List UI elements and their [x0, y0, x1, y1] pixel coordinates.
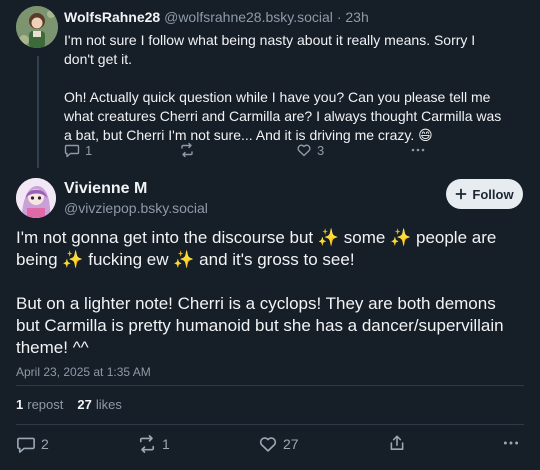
reply-author-handle[interactable]: @wolfsrahne28.bsky.social: [164, 9, 333, 25]
reply-text: I'm not sure I follow what being nasty a…: [64, 31, 504, 145]
repost-icon: [181, 142, 193, 158]
post-action-bar: 2 1 27: [16, 434, 524, 456]
post-author-handle[interactable]: @vivziepop.bsky.social: [64, 200, 208, 216]
follow-button-label: Follow: [472, 186, 514, 202]
post-text-segment: fucking ew: [83, 250, 174, 269]
reply-header: WolfsRahne28 @wolfsrahne28.bsky.social ·…: [64, 9, 369, 25]
post-text: I'm not gonna get into the discourse but…: [16, 227, 522, 359]
reply-action-bar: 1 3: [64, 142, 444, 162]
more-options-icon: [503, 441, 519, 445]
heart-icon: [259, 437, 277, 452]
reply-like-count: 3: [317, 142, 325, 158]
reply-comment-count: 1: [85, 142, 93, 158]
sparkle-emoji: ✨: [390, 228, 412, 247]
share-icon: [390, 435, 404, 450]
repost-icon: [139, 435, 155, 453]
post-text-segment: I'm not gonna get into the discourse but: [16, 228, 318, 247]
reply-button[interactable]: 2: [16, 434, 49, 454]
more-options-button[interactable]: [502, 434, 520, 452]
post-author-name[interactable]: Vivienne M: [64, 180, 147, 198]
separator-dot: ·: [336, 9, 342, 25]
avatar[interactable]: [16, 178, 56, 218]
comment-icon: [64, 144, 80, 158]
reposts-count: 1: [16, 397, 24, 412]
post-text-segment: and it's gross to see!: [194, 250, 355, 269]
post-timestamp[interactable]: April 23, 2025 at 1:35 AM: [16, 365, 151, 379]
post-paragraph: I'm not gonna get into the discourse but…: [16, 227, 522, 271]
reply-paragraph: Oh! Actually quick question while I have…: [64, 89, 502, 143]
reply-repost-button[interactable]: [179, 142, 195, 158]
post-paragraph: But on a lighter note! Cherri is a cyclo…: [16, 294, 504, 357]
reply-author-name[interactable]: WolfsRahne28: [64, 9, 160, 25]
reposts-stat[interactable]: 1 repost: [16, 397, 63, 412]
reply-like-button[interactable]: 3: [296, 142, 324, 158]
repost-count: 1: [162, 436, 170, 452]
follow-button[interactable]: Follow: [446, 179, 523, 209]
reply-paragraph: I'm not sure I follow what being nasty a…: [64, 32, 476, 67]
share-button[interactable]: [388, 434, 406, 452]
thread-connector-line: [37, 56, 39, 168]
post-text-segment: some: [339, 228, 391, 247]
avatar-image: [16, 6, 58, 48]
sparkle-emoji: ✨: [62, 250, 84, 269]
like-button[interactable]: 27: [258, 434, 299, 454]
comment-icon: [17, 437, 35, 453]
likes-label: likes: [95, 397, 122, 412]
post-stats: 1 repost 27 likes: [16, 397, 122, 412]
reply-more-button[interactable]: [410, 142, 426, 158]
reposts-label: repost: [27, 397, 64, 412]
sparkle-emoji: ✨: [173, 250, 195, 269]
likes-stat[interactable]: 27 likes: [77, 397, 121, 412]
divider: [16, 385, 524, 386]
avatar-image: [16, 178, 56, 218]
avatar[interactable]: [16, 6, 58, 48]
plus-icon: [456, 188, 467, 200]
reply-comment-button[interactable]: 1: [64, 142, 92, 158]
divider: [16, 424, 524, 425]
more-options-icon: [411, 148, 425, 152]
heart-icon: [297, 144, 311, 157]
likes-count: 27: [77, 397, 92, 412]
repost-button[interactable]: 1: [137, 434, 170, 454]
sparkle-emoji: ✨: [317, 228, 340, 247]
reply-timestamp[interactable]: 23h: [345, 9, 368, 25]
reply-count: 2: [41, 436, 49, 452]
like-count: 27: [283, 436, 299, 452]
